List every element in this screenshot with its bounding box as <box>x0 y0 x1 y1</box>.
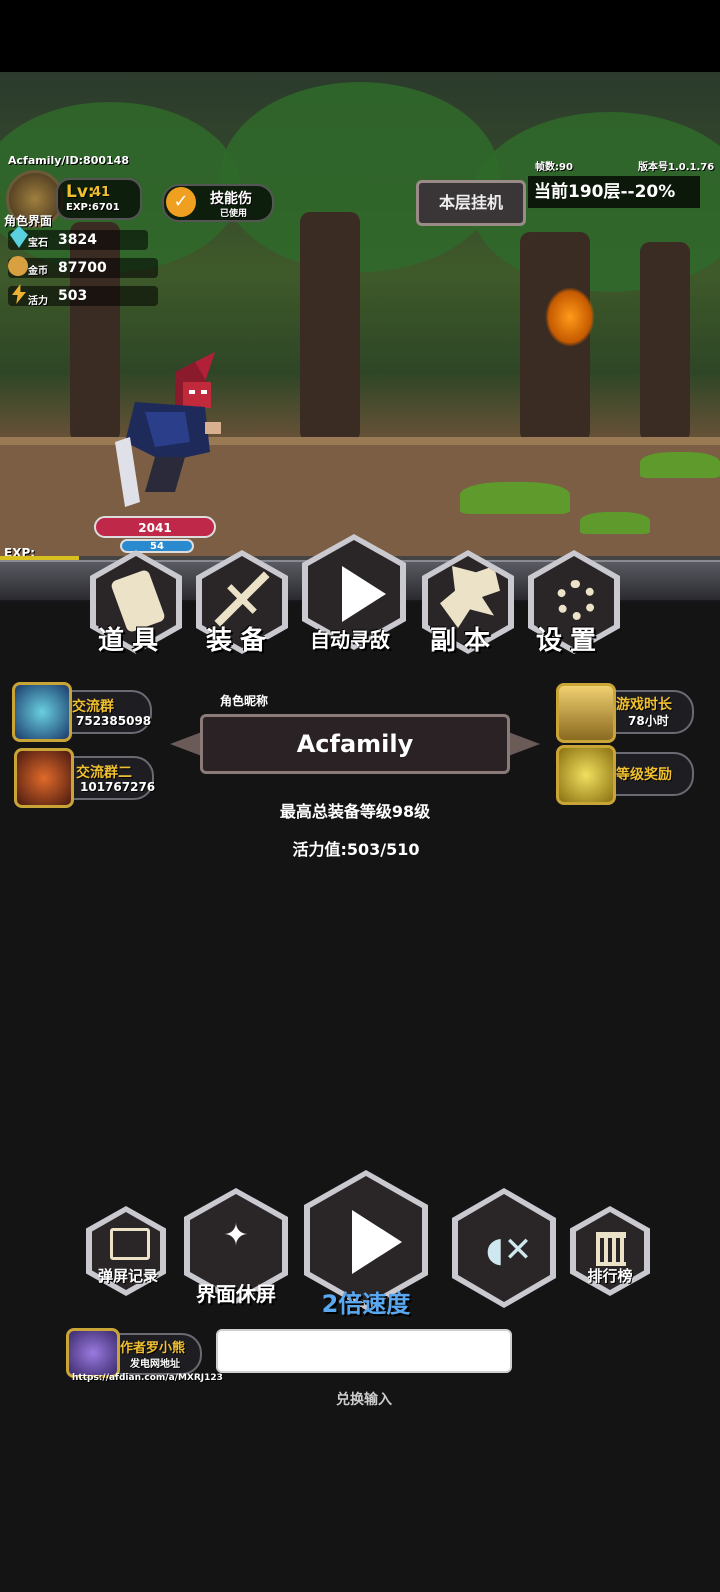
ranking-label: 排行榜 <box>587 1267 633 1285</box>
group-two-number: 101767276 <box>80 780 156 794</box>
author-url[interactable]: https://afdian.com/a/MXRJ123 <box>72 1373 223 1383</box>
helmet-reward-icon[interactable] <box>556 745 616 805</box>
skill-label: 技能伤 <box>210 191 252 207</box>
group-one-title: 交流群 <box>72 699 114 715</box>
energy-label: 活力 <box>28 296 48 307</box>
group-one-number: 752385098 <box>76 714 152 728</box>
skill-damage-toggle[interactable]: ✓ 技能伤 已使用 <box>162 184 274 222</box>
nickname-value: Acfamily <box>296 730 414 758</box>
coin-icon <box>8 256 28 276</box>
level-reward-title: 等级奖励 <box>616 767 672 783</box>
grass <box>580 512 650 534</box>
dungeon-label: 副本 <box>430 626 499 656</box>
skill-sub: 已使用 <box>220 209 248 219</box>
redeem-label: 兑换输入 <box>336 1392 392 1408</box>
gold-value: 87700 <box>58 260 107 276</box>
museum-icon <box>596 1232 626 1266</box>
gold-label: 金币 <box>28 266 48 277</box>
lightning-icon <box>12 284 26 304</box>
fps-counter: 帧数:90 <box>535 162 573 173</box>
hero-mp-bar: 54 <box>120 539 194 553</box>
player-id: Acfamily/ID:800148 <box>8 154 129 167</box>
grass <box>640 452 720 478</box>
author-avatar-icon[interactable] <box>66 1328 120 1378</box>
equipment-label: 装备 <box>206 626 275 656</box>
level-panel: Lv: 41 EXP:6701 <box>56 178 142 220</box>
speed-label: 2倍速度 <box>321 1290 411 1318</box>
author-title: 作者罗小熊 <box>120 1341 186 1356</box>
grass <box>460 482 570 514</box>
play-icon <box>342 566 386 622</box>
check-icon: ✓ <box>166 187 196 217</box>
version-label: 版本号1.0.1.76 <box>638 162 715 173</box>
dragon-icon <box>440 566 500 628</box>
floor-progress: 当前190层--20% <box>528 176 700 208</box>
danmaku-log-label: 弹屏记录 <box>97 1267 158 1285</box>
gold-row: 金币 87700 <box>8 256 158 278</box>
group-one-icon[interactable] <box>12 682 72 742</box>
level-value: 41 <box>92 185 111 200</box>
auto-search-label: 自动寻敌 <box>310 628 390 652</box>
game-scene[interactable]: Acfamily/ID:800148 Lv: 41 EXP:6701 角色界面 … <box>0 72 720 572</box>
status-bar <box>0 0 720 72</box>
pumpkin-face <box>545 287 595 347</box>
gem-row: 宝石 3824 <box>8 226 148 250</box>
gem-icon <box>10 226 28 248</box>
mute-button[interactable]: ◖✕ <box>452 1188 556 1308</box>
items-label: 道具 <box>98 626 167 656</box>
sound-off-icon: ◖✕ <box>485 1230 533 1270</box>
stars-icon: ✦ <box>223 1218 249 1253</box>
tree-trunk <box>300 212 360 442</box>
gem-value: 3824 <box>58 232 97 248</box>
level-label: Lv: <box>66 182 95 202</box>
max-equip-level: 最高总装备等级98级 <box>279 802 431 821</box>
hourglass-icon[interactable] <box>556 683 616 743</box>
playtime-title: 游戏时长 <box>616 697 672 713</box>
role-screen-label[interactable]: 角色界面 <box>4 212 52 229</box>
idle-floor-button[interactable]: 本层挂机 <box>416 180 526 226</box>
tree-trunk <box>640 242 690 442</box>
group-two-title: 交流群二 <box>76 765 132 781</box>
author-sub: 发电网地址 <box>130 1359 180 1370</box>
energy-status: 活力值:503/510 <box>292 840 420 859</box>
energy-value: 503 <box>58 288 88 304</box>
gem-label: 宝石 <box>28 238 48 249</box>
redeem-code-input[interactable] <box>216 1329 512 1373</box>
nickname-banner: Acfamily <box>170 704 540 784</box>
hero-sprite <box>115 352 221 507</box>
gear-icon <box>556 580 596 620</box>
tree-canopy <box>220 82 500 272</box>
hero-hp-bar: 2041 <box>94 516 216 538</box>
book-icon <box>110 1228 150 1260</box>
exp-value: EXP:6701 <box>66 202 120 213</box>
screen-rest-label: 界面休屏 <box>196 1282 276 1306</box>
energy-row: 活力 503 <box>8 284 158 307</box>
playtime-value: 78小时 <box>628 714 669 728</box>
play-icon <box>352 1210 402 1274</box>
settings-label: 设置 <box>536 626 605 656</box>
